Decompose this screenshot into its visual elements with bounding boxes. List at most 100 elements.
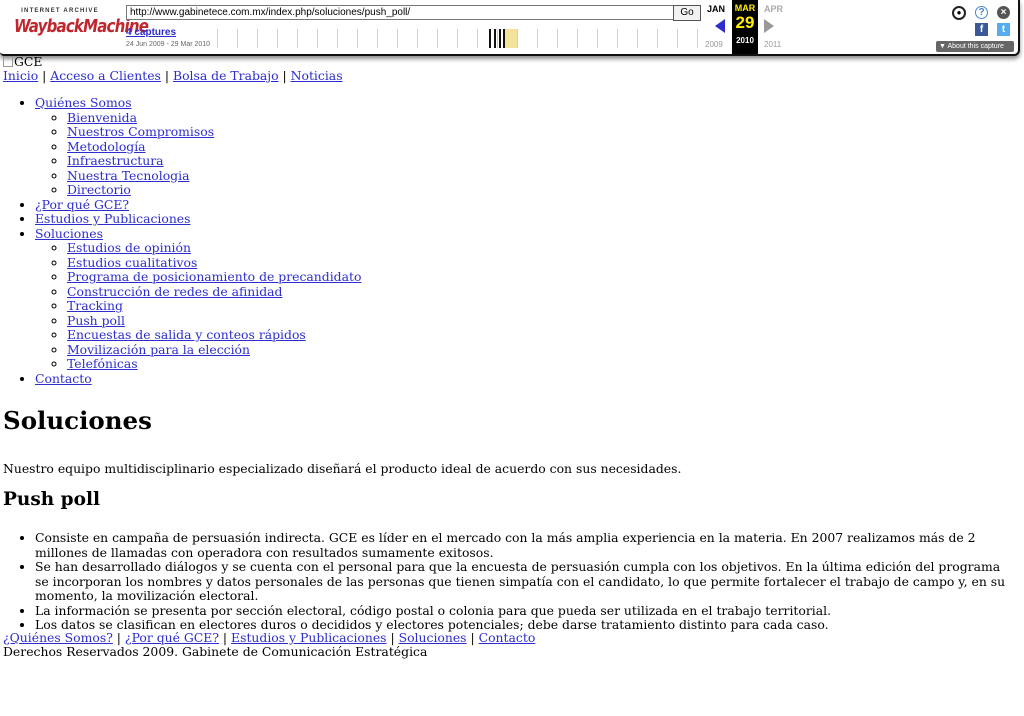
broken-image-icon (3, 56, 13, 67)
footnav-link-por-que-gce[interactable]: ¿Por qué GCE? (125, 630, 219, 645)
sparkline-tick (417, 29, 418, 48)
sparkline-capture (494, 29, 496, 48)
menu-link-por-que-gce[interactable]: ¿Por qué GCE? (35, 197, 129, 212)
site-logo-alt: GCE (14, 54, 43, 69)
user-icon[interactable]: ● (952, 6, 966, 20)
wayback-current-day: 29 (735, 13, 755, 32)
submenu-item-construccion-de-redes-de-afinidad: Construcción de redes de afinidad (67, 284, 361, 300)
sparkline-tick (337, 29, 338, 48)
menu-link-quienes-somos[interactable]: Quiénes Somos (35, 95, 132, 110)
wayback-current-month: MAR (734, 3, 756, 13)
wayback-year-next: 2011 (764, 40, 782, 49)
wayback-captures-link[interactable]: 4 captures (126, 27, 176, 38)
page-title: Soluciones (3, 406, 152, 435)
submenu-link-estudios-cualitativos[interactable]: Estudios cualitativos (67, 255, 197, 270)
submenu-link-movilizacion-para-la-eleccion[interactable]: Movilización para la elección (67, 342, 250, 357)
sparkline-tick (237, 29, 238, 48)
sparkline-tick (537, 29, 538, 48)
submenu-link-infraestructura[interactable]: Infraestructura (67, 153, 164, 168)
submenu-link-nuestros-compromisos[interactable]: Nuestros Compromisos (67, 124, 214, 139)
sparkline-tick (637, 29, 638, 48)
submenu-link-programa-de-posicionamiento-de-precandidato[interactable]: Programa de posicionamiento de precandid… (67, 269, 361, 284)
about-capture-label: About this capture (947, 43, 1004, 50)
topnav-separator: | (38, 68, 51, 83)
next-capture-arrow-icon (764, 19, 774, 33)
sparkline-tick (377, 29, 378, 48)
submenu-link-push-poll[interactable]: Push poll (67, 313, 125, 328)
submenu-link-telefonicas[interactable]: Telefónicas (67, 356, 138, 371)
wayback-year-prev[interactable]: 2009 (705, 40, 723, 49)
submenu-item-tracking: Tracking (67, 298, 361, 314)
menu-link-estudios-y-publicaciones[interactable]: Estudios y Publicaciones (35, 211, 191, 226)
footnav-link-estudios-y-publicaciones[interactable]: Estudios y Publicaciones (231, 630, 387, 645)
submenu-link-directorio[interactable]: Directorio (67, 182, 131, 197)
wayback-url-input[interactable]: http://www.gabinetece.com.mx/index.php/s… (126, 5, 675, 20)
wayback-logo[interactable]: INTERNET ARCHIVE WaybackMachine (14, 8, 149, 44)
sparkline-tick (497, 29, 498, 48)
submenu-soluciones: Estudios de opiniónEstudios cualitativos… (35, 240, 361, 372)
push-poll-bullets: Consiste en campaña de persuasión indire… (0, 530, 1010, 633)
wayback-sparkline[interactable] (217, 27, 700, 50)
submenu-link-encuestas-de-salida-y-conteos-rapidos[interactable]: Encuestas de salida y conteos rápidos (67, 327, 306, 342)
submenu-link-metodologia[interactable]: Metodología (67, 139, 146, 154)
sparkline-tick (317, 29, 318, 48)
topnav-link-bolsa-de-trabajo[interactable]: Bolsa de Trabajo (173, 68, 279, 83)
submenu-link-nuestra-tecnologia[interactable]: Nuestra Tecnologia (67, 168, 189, 183)
twitter-icon[interactable]: t (997, 23, 1010, 36)
sparkline-capture (499, 29, 501, 48)
main-menu: Quiénes SomosBienvenidaNuestros Compromi… (0, 95, 361, 386)
sparkline-tick (617, 29, 618, 48)
submenu-link-estudios-de-opinion[interactable]: Estudios de opinión (67, 240, 191, 255)
submenu-item-movilizacion-para-la-eleccion: Movilización para la elección (67, 342, 361, 358)
submenu-item-nuestros-compromisos: Nuestros Compromisos (67, 124, 361, 140)
about-capture-button[interactable]: ▼ About this capture (936, 41, 1014, 52)
wayback-go-button[interactable]: Go (673, 5, 701, 21)
wayback-logo-top: INTERNET ARCHIVE (21, 8, 99, 14)
footnav-link-soluciones[interactable]: Soluciones (399, 630, 467, 645)
submenu-quienes-somos: BienvenidaNuestros CompromisosMetodologí… (35, 110, 361, 198)
sparkline-tick (577, 29, 578, 48)
menu-item-por-que-gce: ¿Por qué GCE? (35, 197, 361, 213)
topnav-link-noticias[interactable]: Noticias (291, 68, 343, 83)
bullet-item: La información se presenta por sección e… (35, 603, 1010, 619)
topnav-separator: | (278, 68, 291, 83)
intro-text: Nuestro equipo multidisciplinario especi… (3, 461, 682, 476)
wayback-date-range: 24 Jun 2009 - 29 Mar 2010 (126, 41, 211, 48)
topnav-link-acceso-a-clientes[interactable]: Acceso a Clientes (50, 68, 161, 83)
submenu-link-construccion-de-redes-de-afinidad[interactable]: Construcción de redes de afinidad (67, 284, 282, 299)
wayback-month-prev[interactable]: JAN (707, 4, 725, 14)
copyright-text: Derechos Reservados 2009. Gabinete de Co… (3, 644, 428, 659)
submenu-item-directorio: Directorio (67, 182, 361, 198)
menu-link-contacto[interactable]: Contacto (35, 371, 92, 386)
sparkline-tick (297, 29, 298, 48)
submenu-item-infraestructura: Infraestructura (67, 153, 361, 169)
close-icon[interactable]: × (997, 6, 1010, 19)
menu-item-estudios-y-publicaciones: Estudios y Publicaciones (35, 211, 361, 227)
topnav-separator: | (160, 68, 173, 83)
topnav-link-inicio[interactable]: Inicio (3, 68, 38, 83)
submenu-item-bienvenida: Bienvenida (67, 110, 361, 126)
prev-capture-arrow-icon[interactable] (715, 19, 725, 33)
wayback-month-next: APR (764, 4, 784, 14)
facebook-icon[interactable]: f (975, 23, 988, 36)
wayback-current-year: 2010 (736, 36, 754, 45)
sparkline-tick (697, 29, 698, 48)
footnav-link-contacto[interactable]: Contacto (479, 630, 536, 645)
sparkline-tick (357, 29, 358, 48)
wayback-current-date: MAR 29 2010 (732, 0, 758, 54)
footnav-separator: | (386, 630, 399, 645)
submenu-link-tracking[interactable]: Tracking (67, 298, 123, 313)
help-icon[interactable]: ? (975, 6, 988, 19)
bullet-item: Se han desarrollado diálogos y se cuenta… (35, 559, 1010, 604)
submenu-link-bienvenida[interactable]: Bienvenida (67, 110, 137, 125)
sparkline-tick (277, 29, 278, 48)
footnav-link-quienes-somos[interactable]: ¿Quiénes Somos? (3, 630, 113, 645)
menu-link-soluciones[interactable]: Soluciones (35, 226, 103, 241)
sparkline-highlight (505, 29, 517, 48)
sparkline-tick (557, 29, 558, 48)
sparkline-tick (217, 29, 218, 48)
submenu-item-metodologia: Metodología (67, 139, 361, 155)
wayback-toolbar: INTERNET ARCHIVE WaybackMachine http://w… (0, 0, 1020, 56)
sparkline-tick (477, 29, 478, 48)
submenu-item-push-poll: Push poll (67, 313, 361, 329)
